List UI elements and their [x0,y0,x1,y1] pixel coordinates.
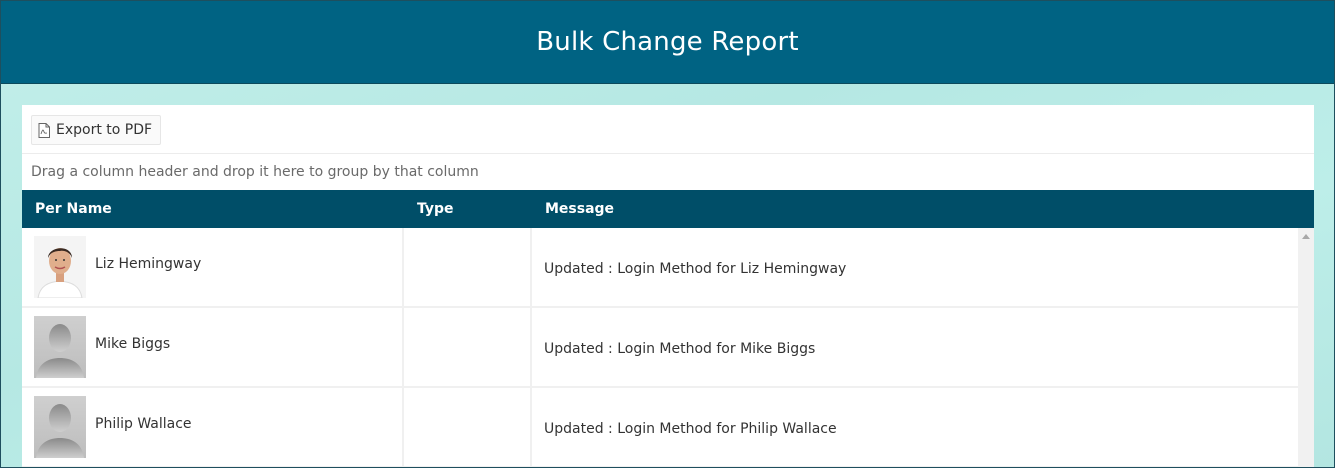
page-title: Bulk Change Report [536,27,799,57]
type-cell [404,388,532,466]
report-panel: Export to PDF Drag a column header and d… [22,105,1314,467]
user-placeholder-avatar-icon [34,396,86,458]
type-cell [404,308,532,386]
person-name: Liz Hemingway [95,256,202,272]
grid-body: Liz Hemingway Updated : Login Method for… [22,228,1314,467]
grid-rows: Liz Hemingway Updated : Login Method for… [22,228,1298,467]
message-cell: Updated : Login Method for Liz Hemingway [544,261,847,277]
user-placeholder-avatar-icon [34,316,86,378]
name-cell: Liz Hemingway [22,228,404,306]
export-to-pdf-button[interactable]: Export to PDF [31,115,162,145]
vertical-scrollbar[interactable] [1298,228,1314,467]
name-cell: Mike Biggs [22,308,404,386]
name-cell: Philip Wallace [22,388,404,466]
export-label: Export to PDF [56,122,153,138]
person-name: Philip Wallace [95,416,192,432]
column-header-message[interactable]: Message [532,201,1314,217]
group-by-drop-zone[interactable]: Drag a column header and drop it here to… [22,154,1314,190]
table-row[interactable]: Philip Wallace Updated : Login Method fo… [22,388,1298,467]
table-row[interactable]: Mike Biggs Updated : Login Method for Mi… [22,308,1298,388]
column-header-type[interactable]: Type [404,201,532,217]
page-header: Bulk Change Report [1,1,1334,84]
person-name: Mike Biggs [95,336,171,352]
grid-toolbar: Export to PDF [22,105,1314,154]
app-window: Bulk Change Report Export to PDF Drag a … [0,0,1335,468]
message-cell: Updated : Login Method for Mike Biggs [544,341,816,357]
column-header-per-name[interactable]: Per Name [22,201,404,217]
grid-header: Per Name Type Message [22,190,1314,228]
user-photo-avatar [34,236,86,298]
type-cell [404,228,532,306]
table-row[interactable]: Liz Hemingway Updated : Login Method for… [22,228,1298,308]
scroll-up-arrow-icon[interactable] [1302,234,1310,239]
message-cell: Updated : Login Method for Philip Wallac… [544,421,837,437]
pdf-file-icon [38,122,50,138]
